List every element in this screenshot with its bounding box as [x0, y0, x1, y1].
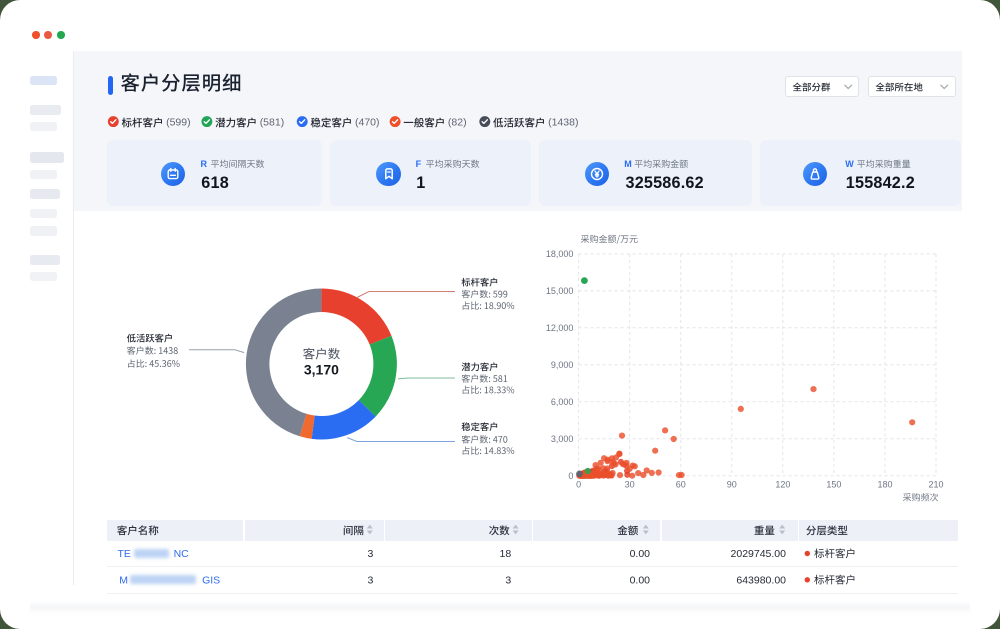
svg-text:6,000: 6,000: [551, 397, 574, 407]
svg-text:325586.62: 325586.62: [626, 174, 704, 192]
svg-text:0: 0: [576, 480, 581, 490]
svg-text:M: M: [624, 159, 632, 169]
svg-text:30: 30: [625, 480, 635, 490]
svg-text:(599): (599): [166, 117, 191, 129]
svg-text:R: R: [201, 159, 208, 169]
svg-text:9,000: 9,000: [551, 360, 574, 370]
svg-text:GIS: GIS: [202, 575, 220, 587]
svg-text:180: 180: [877, 480, 892, 490]
svg-text:90: 90: [727, 480, 737, 490]
svg-text:3: 3: [505, 575, 511, 587]
svg-text:2029745.00: 2029745.00: [731, 548, 787, 560]
svg-text:210: 210: [929, 480, 944, 490]
svg-text:1: 1: [416, 174, 425, 192]
svg-text:(82): (82): [448, 117, 467, 129]
svg-text:NC: NC: [174, 548, 190, 560]
svg-text:0.00: 0.00: [630, 548, 651, 560]
svg-text:0.00: 0.00: [630, 575, 651, 587]
svg-text:3: 3: [367, 548, 373, 560]
svg-text:18: 18: [500, 548, 512, 560]
svg-text:15,000: 15,000: [546, 286, 574, 296]
svg-text:F: F: [416, 159, 422, 169]
svg-text:155842.2: 155842.2: [846, 174, 915, 192]
svg-text:3: 3: [367, 575, 373, 587]
svg-text:3,000: 3,000: [551, 434, 574, 444]
svg-text:12,000: 12,000: [546, 323, 574, 333]
svg-text:M: M: [119, 575, 128, 587]
svg-text:W: W: [845, 159, 854, 169]
svg-text:0: 0: [568, 471, 573, 481]
svg-text:TE: TE: [118, 548, 131, 560]
svg-text:(581): (581): [260, 117, 285, 129]
svg-text:60: 60: [676, 480, 686, 490]
svg-text:120: 120: [775, 480, 790, 490]
svg-text:18,000: 18,000: [546, 249, 574, 259]
svg-text:643980.00: 643980.00: [736, 575, 786, 587]
svg-text:(1438): (1438): [548, 117, 578, 129]
svg-text:3,170: 3,170: [304, 362, 339, 378]
svg-text:(470): (470): [355, 117, 380, 129]
svg-text:618: 618: [201, 174, 229, 192]
svg-text:150: 150: [826, 480, 841, 490]
